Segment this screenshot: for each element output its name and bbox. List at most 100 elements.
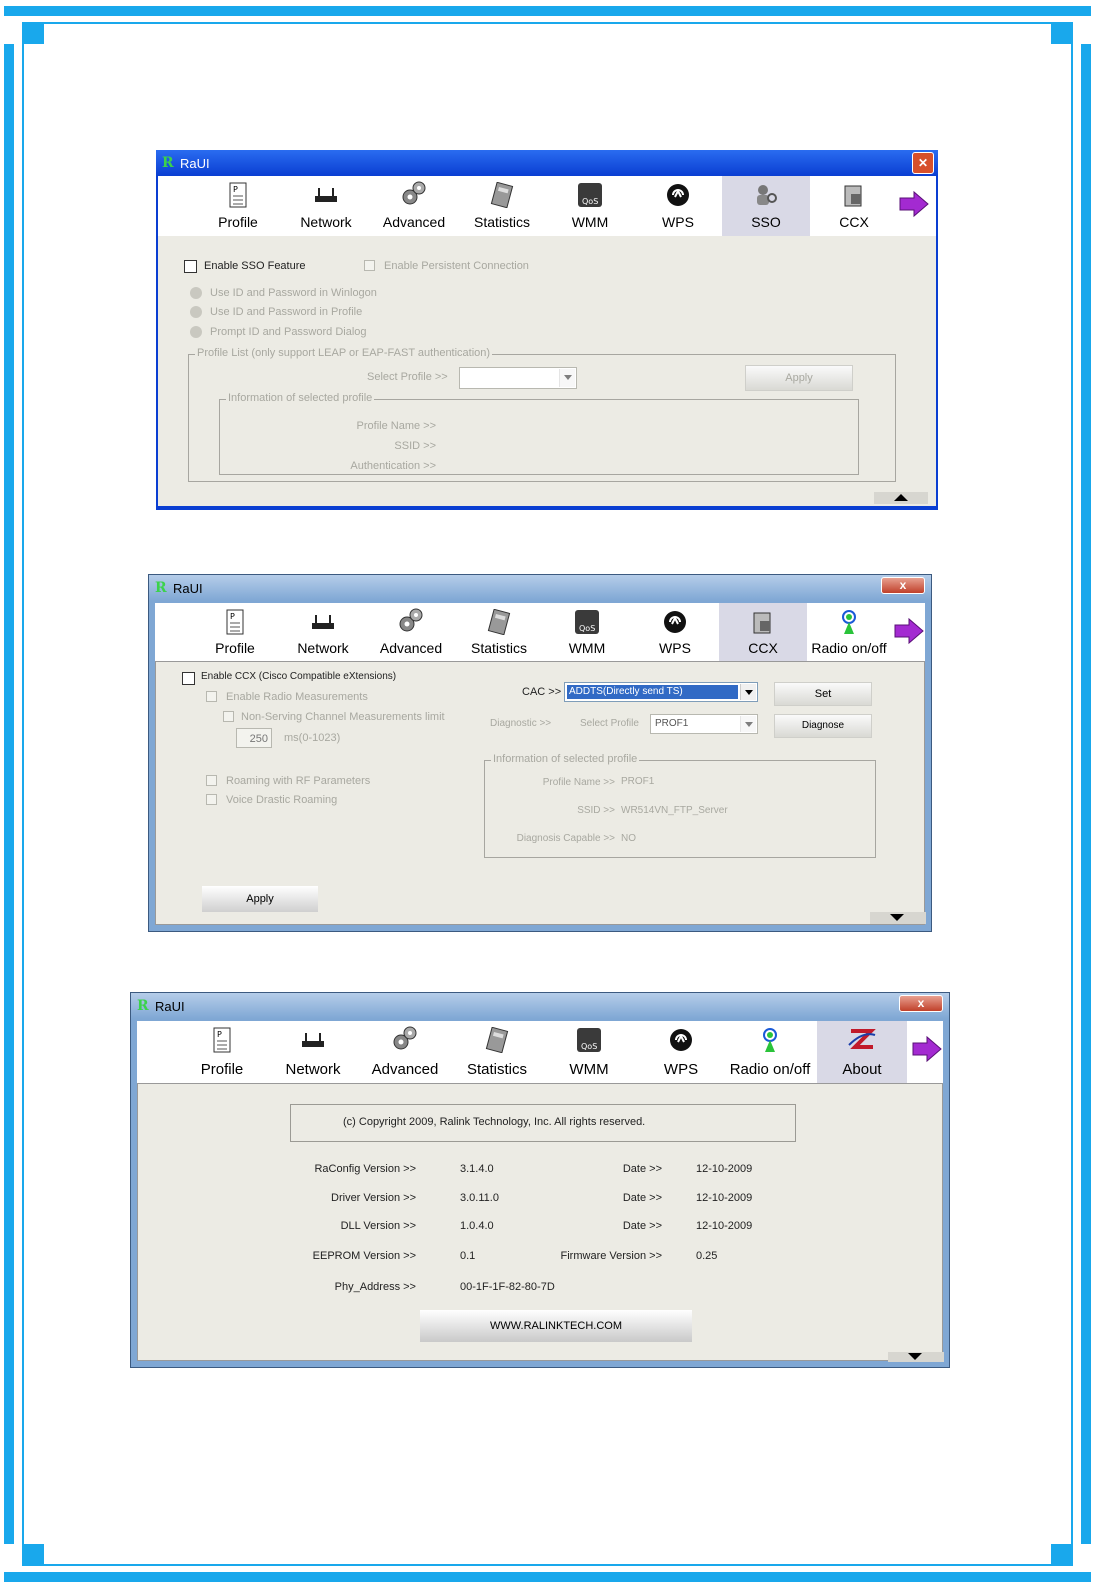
apply-button[interactable]: Apply <box>745 365 853 391</box>
tab-label: CCX <box>839 214 869 230</box>
svg-text:QoS: QoS <box>582 197 598 206</box>
copyright-text: (c) Copyright 2009, Ralink Technology, I… <box>343 1116 646 1128</box>
tab-statistics[interactable]: Statistics <box>455 603 543 661</box>
apply-button[interactable]: Apply <box>202 886 318 912</box>
tab-statistics[interactable]: Statistics <box>458 176 546 236</box>
window-title: RaUI <box>155 999 185 1014</box>
tab-label: Profile <box>215 640 255 656</box>
tab-label: WMM <box>569 1061 609 1078</box>
tab-wps[interactable]: WPS <box>634 176 722 236</box>
copyright-box: (c) Copyright 2009, Ralink Technology, I… <box>290 1104 796 1142</box>
tab-wmm[interactable]: QoS WMM <box>543 1021 635 1083</box>
tab-label: CCX <box>748 640 778 656</box>
radio-winlogon-label: Use ID and Password in Winlogon <box>210 287 377 299</box>
title-bar: R RaUI ✕ <box>156 150 938 176</box>
radio-prompt[interactable] <box>190 326 202 338</box>
close-button[interactable]: x <box>881 577 925 594</box>
ccx-panel: Enable CCX (Cisco Compatible eXtensions)… <box>155 661 926 925</box>
voice-roaming-checkbox[interactable] <box>206 794 217 805</box>
radio-measurements-checkbox[interactable] <box>206 691 217 702</box>
tab-advanced[interactable]: Advanced <box>367 603 455 661</box>
enable-ccx-checkbox[interactable] <box>182 672 195 685</box>
limit-input[interactable]: 250 <box>236 728 272 748</box>
cac-value: ADDTS(Directly send TS) <box>567 685 738 699</box>
tab-label: Radio on/off <box>811 640 887 656</box>
window-title: RaUI <box>180 156 210 171</box>
diagnose-button[interactable]: Diagnose <box>774 714 872 738</box>
tab-ccx[interactable]: CCX <box>719 603 807 661</box>
ccx-icon <box>753 612 771 634</box>
tab-radio[interactable]: Radio on/off <box>723 1021 817 1083</box>
persistent-connection-checkbox[interactable] <box>364 260 375 271</box>
tab-about[interactable]: About <box>817 1021 907 1083</box>
close-button[interactable]: x <box>899 995 943 1012</box>
expand-tab[interactable] <box>888 1352 944 1362</box>
cac-dropdown[interactable]: ADDTS(Directly send TS) <box>564 682 758 702</box>
profile-name-label: Profile Name >> <box>356 420 436 432</box>
cac-label: CAC >> <box>522 686 562 698</box>
collapse-tab[interactable] <box>874 492 928 504</box>
raconfig-date-label: Date >> <box>622 1163 662 1175</box>
tab-label: WPS <box>663 1061 699 1078</box>
tab-wps[interactable]: WPS <box>631 603 719 661</box>
expand-arrow-icon <box>908 1353 922 1360</box>
diagnostic-label: Diagnostic >> <box>490 718 552 729</box>
firmware-version-value: 0.25 <box>696 1250 718 1262</box>
dll-version-value: 1.0.4.0 <box>460 1220 494 1232</box>
raui-logo: R <box>162 155 174 171</box>
tab-radio[interactable]: Radio on/off <box>801 603 897 661</box>
close-button[interactable]: ✕ <box>912 152 934 174</box>
roaming-rf-checkbox[interactable] <box>206 775 217 786</box>
tab-ccx[interactable]: CCX <box>810 176 898 236</box>
ccx-icon <box>844 185 862 207</box>
tab-advanced[interactable]: Advanced <box>359 1021 451 1083</box>
wps-icon <box>670 1029 692 1051</box>
tab-network[interactable]: Network <box>267 1021 359 1083</box>
enable-ccx-label: Enable CCX (Cisco Compatible eXtensions) <box>201 671 397 682</box>
raui-logo: R <box>137 998 149 1014</box>
tab-label: Advanced <box>371 1061 439 1078</box>
tab-label: Radio on/off <box>729 1061 811 1078</box>
enable-sso-checkbox[interactable] <box>184 260 197 273</box>
radio-prompt-label: Prompt ID and Password Dialog <box>210 326 367 338</box>
tab-label: Statistics <box>473 214 530 230</box>
expand-tab[interactable] <box>870 912 926 924</box>
tab-label: WPS <box>662 214 694 230</box>
svg-text:P: P <box>230 612 235 621</box>
about-panel: (c) Copyright 2009, Ralink Technology, I… <box>137 1083 944 1362</box>
tab-profile[interactable]: P Profile <box>194 176 282 236</box>
phy-address-value: 00-1F-1F-82-80-7D <box>460 1281 555 1293</box>
profile-dropdown[interactable]: PROF1 <box>650 714 758 734</box>
next-arrow-icon[interactable] <box>898 190 930 218</box>
raui-logo: R <box>155 580 167 596</box>
tab-label: WPS <box>659 640 691 656</box>
tab-statistics[interactable]: Statistics <box>451 1021 543 1083</box>
tab-wmm[interactable]: QoS WMM <box>546 176 634 236</box>
tab-network[interactable]: Network <box>279 603 367 661</box>
radio-profile-label: Use ID and Password in Profile <box>210 306 363 318</box>
raconfig-date-value: 12-10-2009 <box>696 1163 753 1175</box>
radio-winlogon[interactable] <box>190 287 202 299</box>
tab-label: Advanced <box>379 640 443 656</box>
website-button[interactable]: WWW.RALINKTECH.COM <box>420 1310 692 1342</box>
firmware-version-label: Firmware Version >> <box>560 1250 662 1262</box>
next-arrow-icon[interactable] <box>911 1035 943 1063</box>
non-serving-checkbox[interactable] <box>223 711 234 722</box>
next-arrow-icon[interactable] <box>893 617 925 645</box>
tab-advanced[interactable]: Advanced <box>370 176 458 236</box>
radio-profile[interactable] <box>190 306 202 318</box>
svg-text:QoS: QoS <box>579 624 595 633</box>
tab-sso[interactable]: SSO <box>722 176 810 236</box>
driver-date-value: 12-10-2009 <box>696 1192 753 1204</box>
set-button[interactable]: Set <box>774 682 872 706</box>
collapse-arrow-icon <box>894 494 908 501</box>
tab-profile[interactable]: P Profile <box>191 603 279 661</box>
tab-wps[interactable]: WPS <box>635 1021 727 1083</box>
tab-network[interactable]: Network <box>282 176 370 236</box>
info-group-title: Information of selected profile <box>491 753 640 765</box>
tab-label: Statistics <box>470 640 527 656</box>
window-title: RaUI <box>173 581 203 596</box>
tab-wmm[interactable]: QoS WMM <box>543 603 631 661</box>
select-profile-dropdown[interactable] <box>459 367 577 389</box>
tab-profile[interactable]: P Profile <box>177 1021 267 1083</box>
